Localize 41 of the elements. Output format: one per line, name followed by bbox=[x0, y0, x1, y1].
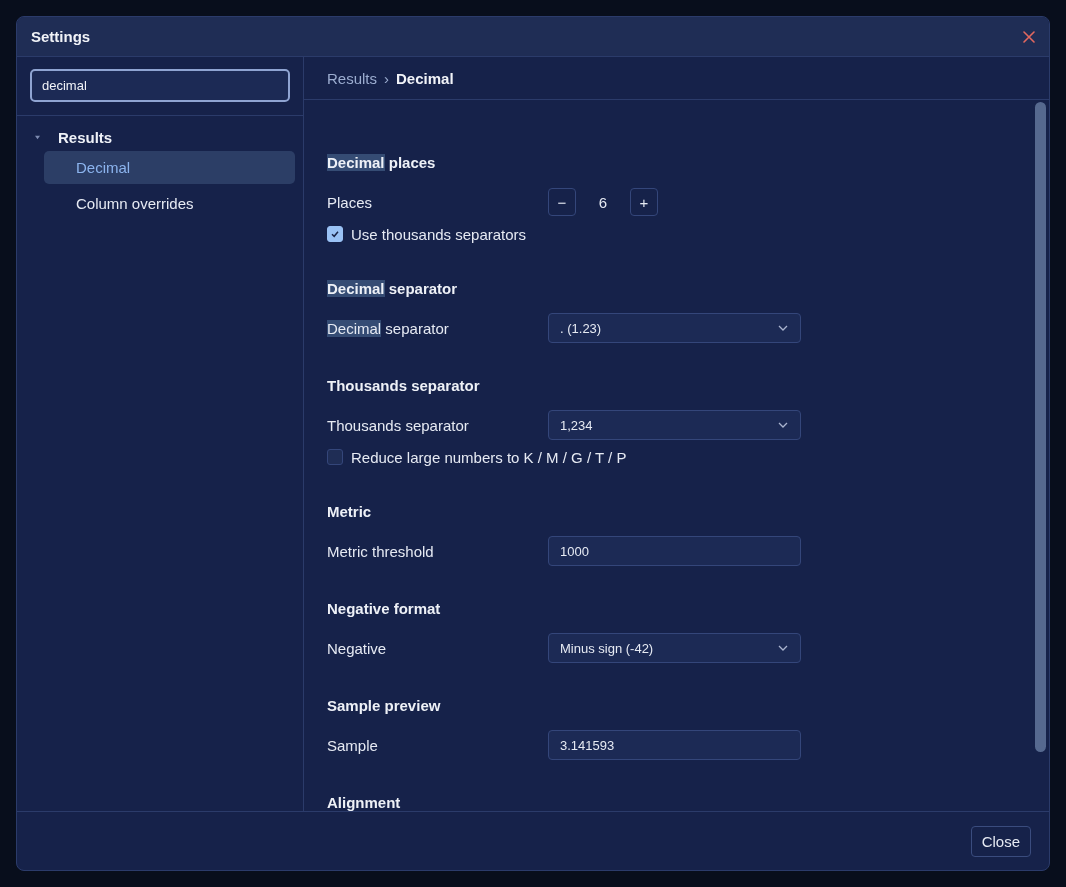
section-heading: Sample preview bbox=[327, 696, 442, 716]
tree-group-label[interactable]: Results bbox=[58, 128, 113, 146]
search-field[interactable]: decimal bbox=[30, 69, 290, 102]
setting-label: Decimal separator bbox=[327, 319, 450, 337]
dropdown[interactable]: 1,234 bbox=[548, 410, 801, 440]
setting-label: Thousands separator bbox=[327, 416, 470, 434]
input-field[interactable]: 3.141593 bbox=[548, 730, 801, 760]
section-heading: Metric bbox=[327, 502, 373, 522]
section-heading: Thousands separator bbox=[327, 376, 481, 396]
section-heading: Decimal separator bbox=[327, 279, 459, 299]
checkmark-icon bbox=[330, 229, 340, 239]
stepper-value: 6 bbox=[597, 193, 609, 211]
checkbox[interactable] bbox=[327, 226, 343, 242]
tree-item[interactable]: Column overrides bbox=[44, 187, 295, 220]
breadcrumb-link[interactable]: Results bbox=[327, 69, 378, 87]
checkbox[interactable] bbox=[327, 449, 343, 465]
section-heading: Decimal places bbox=[327, 153, 437, 173]
setting-label: Sample bbox=[327, 736, 379, 754]
breadcrumb-separator: › bbox=[384, 69, 390, 87]
setting-label: Negative bbox=[327, 639, 388, 657]
dropdown[interactable]: . (1.23) bbox=[548, 313, 801, 343]
dialog-title: Settings bbox=[31, 28, 91, 45]
checkbox-label[interactable]: Use thousands separators bbox=[351, 225, 527, 243]
chevron-down-icon bbox=[778, 645, 788, 651]
increment-button[interactable]: + bbox=[630, 188, 658, 216]
setting-label: Places bbox=[327, 193, 374, 211]
section-heading: Negative format bbox=[327, 599, 442, 619]
scrollbar-thumb[interactable] bbox=[1035, 102, 1046, 752]
close-icon[interactable] bbox=[1023, 30, 1035, 43]
tree-item[interactable]: Decimal bbox=[44, 151, 295, 184]
close-button[interactable]: Close bbox=[970, 825, 1031, 857]
breadcrumb-current: Decimal bbox=[396, 69, 454, 87]
dropdown[interactable]: Minus sign (-42) bbox=[548, 633, 801, 663]
chevron-down-icon bbox=[778, 325, 788, 331]
decrement-button[interactable]: − bbox=[548, 188, 576, 216]
input-field[interactable]: 1000 bbox=[548, 536, 801, 566]
section-heading: Alignment bbox=[327, 793, 402, 811]
setting-label: Metric threshold bbox=[327, 542, 435, 560]
checkbox-label[interactable]: Reduce large numbers to K / M / G / T / P bbox=[351, 448, 627, 466]
chevron-down-icon bbox=[778, 422, 788, 428]
expand-arrow-icon[interactable] bbox=[35, 134, 40, 140]
